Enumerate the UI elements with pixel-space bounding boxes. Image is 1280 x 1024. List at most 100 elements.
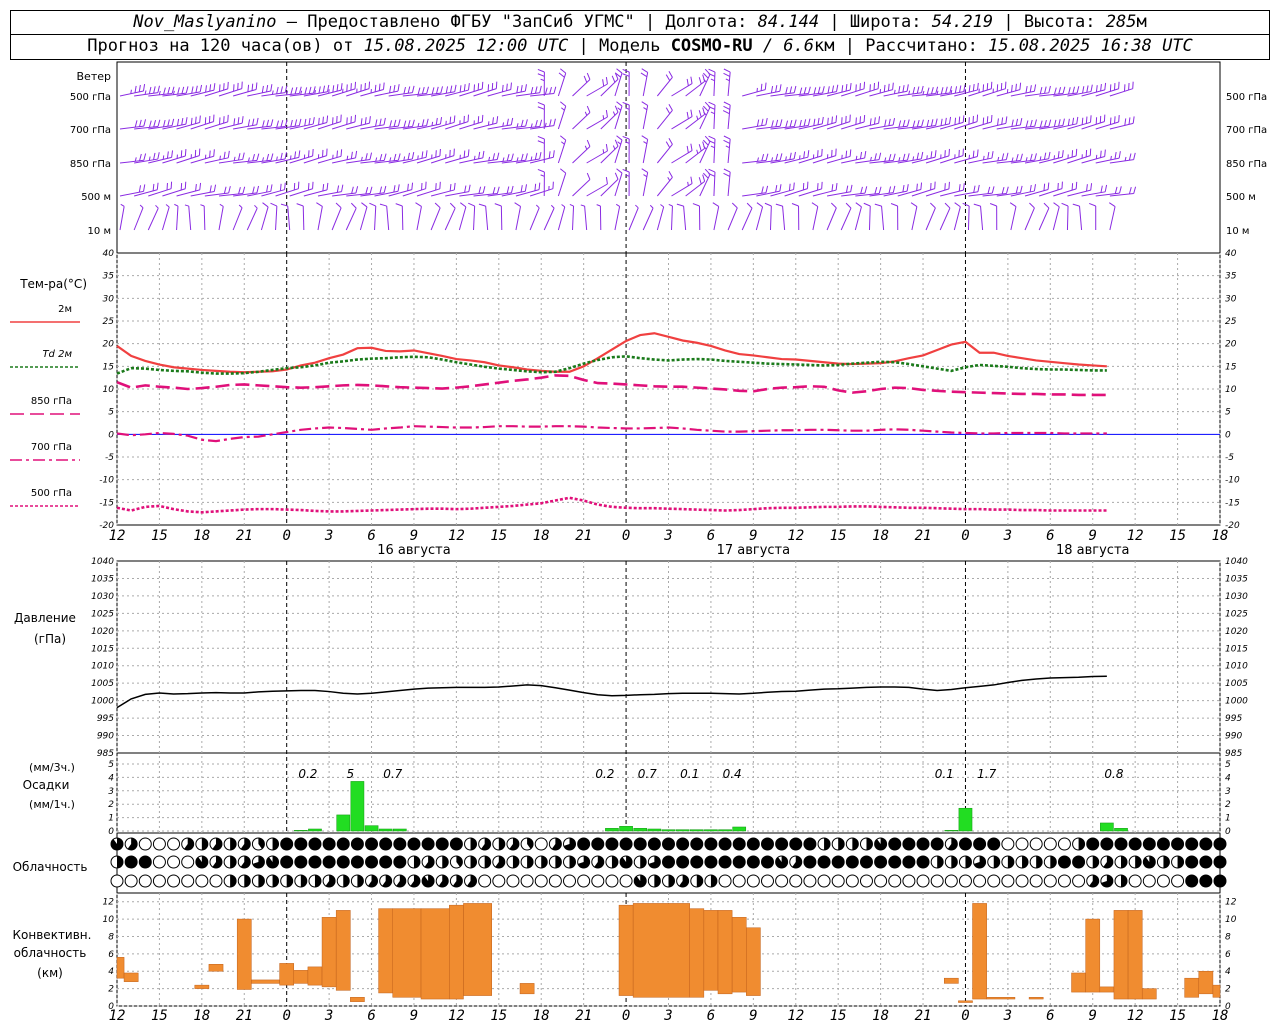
x-tick-label-bottom: 3 bbox=[324, 1008, 333, 1024]
precip-bar bbox=[732, 826, 747, 832]
cloud-circle bbox=[817, 874, 831, 888]
wind-barb-feather bbox=[487, 116, 499, 126]
cloud-circle bbox=[336, 837, 350, 851]
cloud-circle bbox=[294, 837, 308, 851]
cloud-circle bbox=[760, 855, 774, 869]
cloud-circle bbox=[464, 837, 478, 851]
cloud-circle-fill bbox=[993, 856, 1000, 868]
wind-barb-feather bbox=[1015, 185, 1023, 194]
conv-bar bbox=[392, 908, 422, 998]
x-tick-label-bottom: 15 bbox=[830, 1008, 847, 1024]
wind-barb-feather bbox=[445, 148, 455, 159]
wind-barb bbox=[1109, 206, 1116, 231]
cloud-circle-outline bbox=[124, 874, 138, 888]
cloud-circle-outline bbox=[789, 874, 803, 888]
wind-barb-feather bbox=[746, 202, 753, 209]
cloud-circle-fill bbox=[838, 838, 845, 850]
cloud-circle bbox=[690, 855, 704, 869]
cloud-circle bbox=[308, 837, 322, 851]
wind-barb bbox=[190, 121, 214, 130]
wind-barb bbox=[289, 155, 313, 164]
x-tick-label: 0 bbox=[282, 528, 290, 544]
cloud-circle bbox=[676, 837, 690, 851]
precip-tick-right: 3 bbox=[1225, 787, 1231, 797]
wind-barb bbox=[161, 206, 170, 231]
wind-barb-feather bbox=[279, 182, 286, 191]
cloud-circle-fill bbox=[1199, 875, 1212, 887]
pressure-tick-right: 1020 bbox=[1225, 627, 1248, 637]
precip-tick-left: 4 bbox=[108, 773, 114, 783]
wind-barb bbox=[444, 207, 456, 231]
wind-barb-feather bbox=[1100, 184, 1108, 193]
wind-barb-feather bbox=[1095, 82, 1107, 93]
conv-bar bbox=[420, 908, 450, 1000]
cloud-circle-outline bbox=[1001, 837, 1015, 851]
cloud-circle bbox=[1072, 837, 1086, 851]
wind-barb-feather bbox=[830, 202, 837, 209]
cloud-circle bbox=[237, 855, 251, 869]
cloud-circle-fill bbox=[824, 838, 831, 850]
cloud-circle-fill bbox=[846, 856, 859, 868]
cloud-circle bbox=[492, 874, 506, 888]
pressure-tick-left: 1000 bbox=[91, 697, 114, 707]
cloud-circle bbox=[365, 855, 379, 869]
wind-barb-feather bbox=[926, 150, 937, 160]
cloud-circle-outline bbox=[110, 874, 124, 888]
x-tick-label-bottom: 12 bbox=[1127, 1008, 1144, 1024]
legend-label-2: 850 гПа bbox=[31, 396, 72, 407]
wind-barb-feather bbox=[219, 114, 229, 125]
wind-barb-feather bbox=[569, 203, 574, 207]
cloud-circle-fill bbox=[258, 875, 265, 887]
conv-bar bbox=[251, 979, 280, 984]
wind-barb-feather bbox=[155, 204, 159, 209]
cloud-circle bbox=[958, 855, 972, 869]
cloud-circle bbox=[676, 855, 690, 869]
cloud-circle-fill bbox=[965, 856, 972, 868]
cloud-circle-fill bbox=[987, 838, 1000, 850]
cloud-circle bbox=[534, 874, 548, 888]
conv-tick-left: 6 bbox=[108, 950, 114, 960]
cloud-circle bbox=[647, 837, 661, 851]
wind-barb-feather bbox=[1081, 115, 1092, 125]
cloud-circle-fill bbox=[668, 875, 675, 887]
wind-barb-feather bbox=[247, 153, 260, 162]
wind-barb bbox=[260, 206, 269, 231]
wind-barb-feather bbox=[262, 202, 269, 208]
wind-barb-feather bbox=[692, 203, 700, 207]
conv-title-2: облачность bbox=[14, 946, 87, 960]
cloud-circle bbox=[167, 874, 181, 888]
wind-barb-feather bbox=[506, 185, 514, 194]
cloud-circle bbox=[831, 837, 845, 851]
cloud-circle bbox=[365, 837, 379, 851]
cloud-circle-outline bbox=[152, 855, 166, 869]
wind-barb-feather bbox=[139, 204, 144, 209]
wind-barb-feather bbox=[635, 204, 639, 209]
cloud-circle-outline bbox=[831, 874, 845, 888]
cloud-circle bbox=[266, 855, 280, 869]
cloud-circle-fill bbox=[1092, 856, 1099, 868]
cloud-circle bbox=[1156, 874, 1170, 888]
cloud-circle bbox=[492, 837, 506, 851]
cloud-circle bbox=[1001, 837, 1015, 851]
cloud-circle bbox=[181, 855, 195, 869]
pressure-tick-left: 1010 bbox=[91, 662, 114, 672]
precip-bar bbox=[718, 829, 732, 832]
conv-bar bbox=[618, 904, 634, 996]
cloud-circle bbox=[902, 837, 916, 851]
conv-bar bbox=[1113, 910, 1129, 1000]
wind-barb-feather bbox=[1109, 114, 1120, 125]
cloud-circle-fill bbox=[761, 838, 774, 850]
pressure-tick-right: 1005 bbox=[1225, 679, 1248, 689]
wind-barb-feather bbox=[1009, 202, 1017, 207]
cloud-circle bbox=[478, 874, 492, 888]
wind-barb bbox=[854, 206, 862, 231]
cloud-circle bbox=[110, 855, 124, 869]
temp-tick-left: 35 bbox=[103, 272, 115, 282]
wind-barb bbox=[473, 206, 476, 231]
cloud-circle bbox=[520, 874, 534, 888]
cloud-circle-outline bbox=[987, 874, 1001, 888]
cloud-circle-fill bbox=[323, 838, 336, 850]
x-tick-label: 9 bbox=[410, 528, 418, 544]
temp-tick-left: 20 bbox=[103, 340, 115, 350]
wind-barb bbox=[713, 206, 720, 231]
